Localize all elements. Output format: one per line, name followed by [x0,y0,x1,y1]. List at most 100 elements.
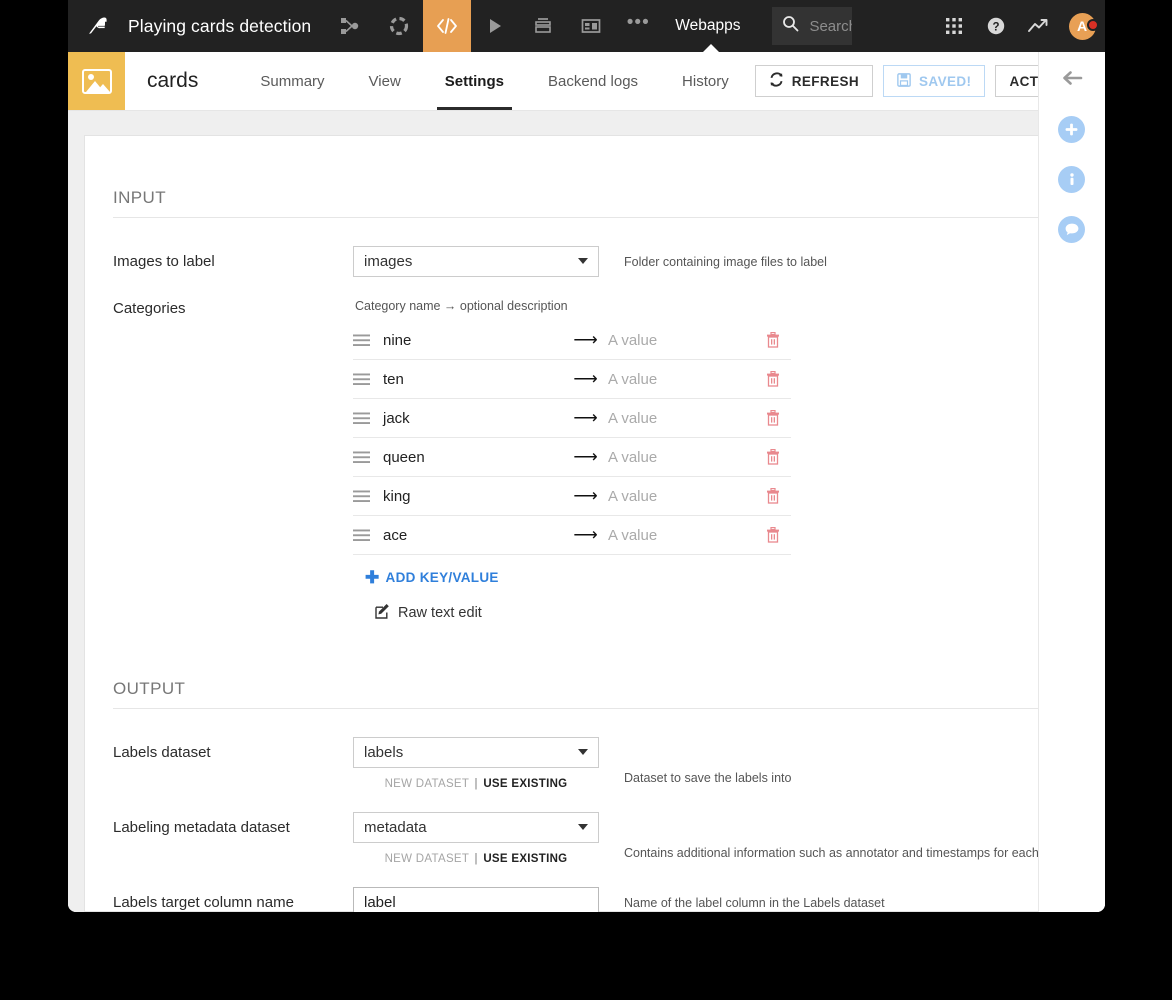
right-side-rail [1038,52,1105,912]
delete-row-icon[interactable] [755,449,791,465]
table-row: jack ⟶ A value [353,399,791,438]
drag-handle-icon[interactable] [353,529,383,542]
dashed-circle-icon[interactable] [375,0,423,52]
table-row: queen ⟶ A value [353,438,791,477]
tab-history[interactable]: History [660,52,751,110]
category-key-input[interactable]: king [383,488,563,505]
labels-dataset-mode-toggle: NEW DATASET | USE EXISTING [353,768,599,790]
delete-row-icon[interactable] [755,527,791,543]
refresh-label: REFRESH [791,73,860,89]
drag-handle-icon[interactable] [353,373,383,386]
dataiku-bird-logo[interactable] [68,0,125,52]
rail-divider [1038,52,1039,912]
webapp-name: cards [147,69,199,92]
code-icon[interactable] [423,0,472,52]
table-row: ten ⟶ A value [353,360,791,399]
settings-card: INPUT Images to label images Folder cont… [84,135,1089,912]
categories-hint: Category name → optional description [355,299,568,313]
tab-settings[interactable]: Settings [423,52,526,110]
category-key-input[interactable]: ten [383,371,563,388]
target-column-row: Labels target column name Name of the la… [113,887,1058,912]
images-to-label-select[interactable]: images [353,246,599,277]
topbar-right-group: ? A [933,0,1105,52]
webapp-tabs: Summary View Settings Backend logs Histo… [238,52,750,110]
category-key-input[interactable]: nine [383,332,563,349]
delete-row-icon[interactable] [755,332,791,348]
labels-dataset-select[interactable]: labels [353,737,599,768]
save-disk-icon [897,72,911,90]
project-title[interactable]: Playing cards detection [125,0,327,52]
info-icon[interactable] [1058,166,1085,193]
new-dataset-option[interactable]: NEW DATASET [385,853,469,865]
edit-pencil-icon [375,603,391,623]
refresh-button[interactable]: REFRESH [754,65,874,97]
category-value-input[interactable]: A value [608,488,755,505]
section-webapps-label: Webapps [675,17,741,34]
svg-text:?: ? [992,22,999,34]
use-existing-option[interactable]: USE EXISTING [483,853,567,865]
tab-view[interactable]: View [347,52,423,110]
drag-handle-icon[interactable] [353,451,383,464]
section-webapps[interactable]: Webapps [661,0,760,52]
refresh-icon [769,72,784,90]
raw-text-edit-label: Raw text edit [398,605,482,621]
arrow-icon: ⟶ [573,369,598,388]
raw-text-edit-button[interactable]: Raw text edit [353,586,791,623]
category-key-input[interactable]: queen [383,449,563,466]
categories-row: Categories Category name → optional desc… [113,293,1058,623]
tab-summary[interactable]: Summary [238,52,346,110]
arrow-icon: ⟶ [573,330,598,349]
trending-icon[interactable] [1017,17,1059,35]
add-key-value-button[interactable]: ✚ ADD KEY/VALUE [353,555,791,586]
add-key-value-label: ADD KEY/VALUE [385,570,499,585]
images-to-label-control: images [353,246,599,277]
metadata-dataset-select[interactable]: metadata [353,812,599,843]
drag-handle-icon[interactable] [353,490,383,503]
drag-handle-icon[interactable] [353,334,383,347]
new-dataset-option[interactable]: NEW DATASET [385,778,469,790]
add-icon[interactable] [1058,116,1085,143]
target-column-control [353,887,599,912]
help-icon[interactable]: ? [975,16,1017,36]
category-key-input[interactable]: ace [383,527,563,544]
category-value-input[interactable]: A value [608,410,755,427]
target-column-help: Name of the label column in the Labels d… [624,896,885,910]
category-value-input[interactable]: A value [608,371,755,388]
delete-row-icon[interactable] [755,371,791,387]
category-key-input[interactable]: jack [383,410,563,427]
categories-table: nine ⟶ A value ten ⟶ A value jack ⟶ A va… [353,321,791,555]
metadata-dataset-control: metadata NEW DATASET | USE EXISTING [353,812,599,865]
saved-label: SAVED! [919,73,972,89]
saved-button[interactable]: SAVED! [883,65,986,97]
section-active-caret [702,44,719,52]
stack-icon[interactable] [519,0,567,52]
target-column-input[interactable] [353,887,599,912]
labels-dataset-control: labels NEW DATASET | USE EXISTING [353,737,599,790]
flow-icon[interactable] [327,0,375,52]
category-value-input[interactable]: A value [608,449,755,466]
image-app-icon [68,52,125,110]
delete-row-icon[interactable] [755,488,791,504]
collapse-arrow-icon[interactable] [1061,68,1083,93]
category-value-input[interactable]: A value [608,332,755,349]
arrow-icon: ⟶ [573,447,598,466]
categories-control: Category name → optional description nin… [353,293,791,623]
use-existing-option[interactable]: USE EXISTING [483,778,567,790]
search-input[interactable]: Search [772,7,853,45]
tab-backend-logs[interactable]: Backend logs [526,52,660,110]
category-value-input[interactable]: A value [608,527,755,544]
delete-row-icon[interactable] [755,410,791,426]
output-section-title: OUTPUT [113,679,1045,709]
drag-handle-icon[interactable] [353,412,383,425]
play-icon[interactable] [471,0,519,52]
apps-grid-icon[interactable] [933,17,975,35]
more-options-icon[interactable]: ••• [615,0,661,52]
metadata-dataset-mode-toggle: NEW DATASET | USE EXISTING [353,843,599,865]
notification-badge [1087,18,1099,31]
webapp-header: cards Summary View Settings Backend logs… [68,52,1105,111]
images-to-label-help: Folder containing image files to label [624,255,827,269]
mode-separator: | [474,778,478,790]
avatar[interactable]: A [1059,12,1105,40]
discussion-icon[interactable] [1058,216,1085,243]
dashboard-icon[interactable] [567,0,615,52]
